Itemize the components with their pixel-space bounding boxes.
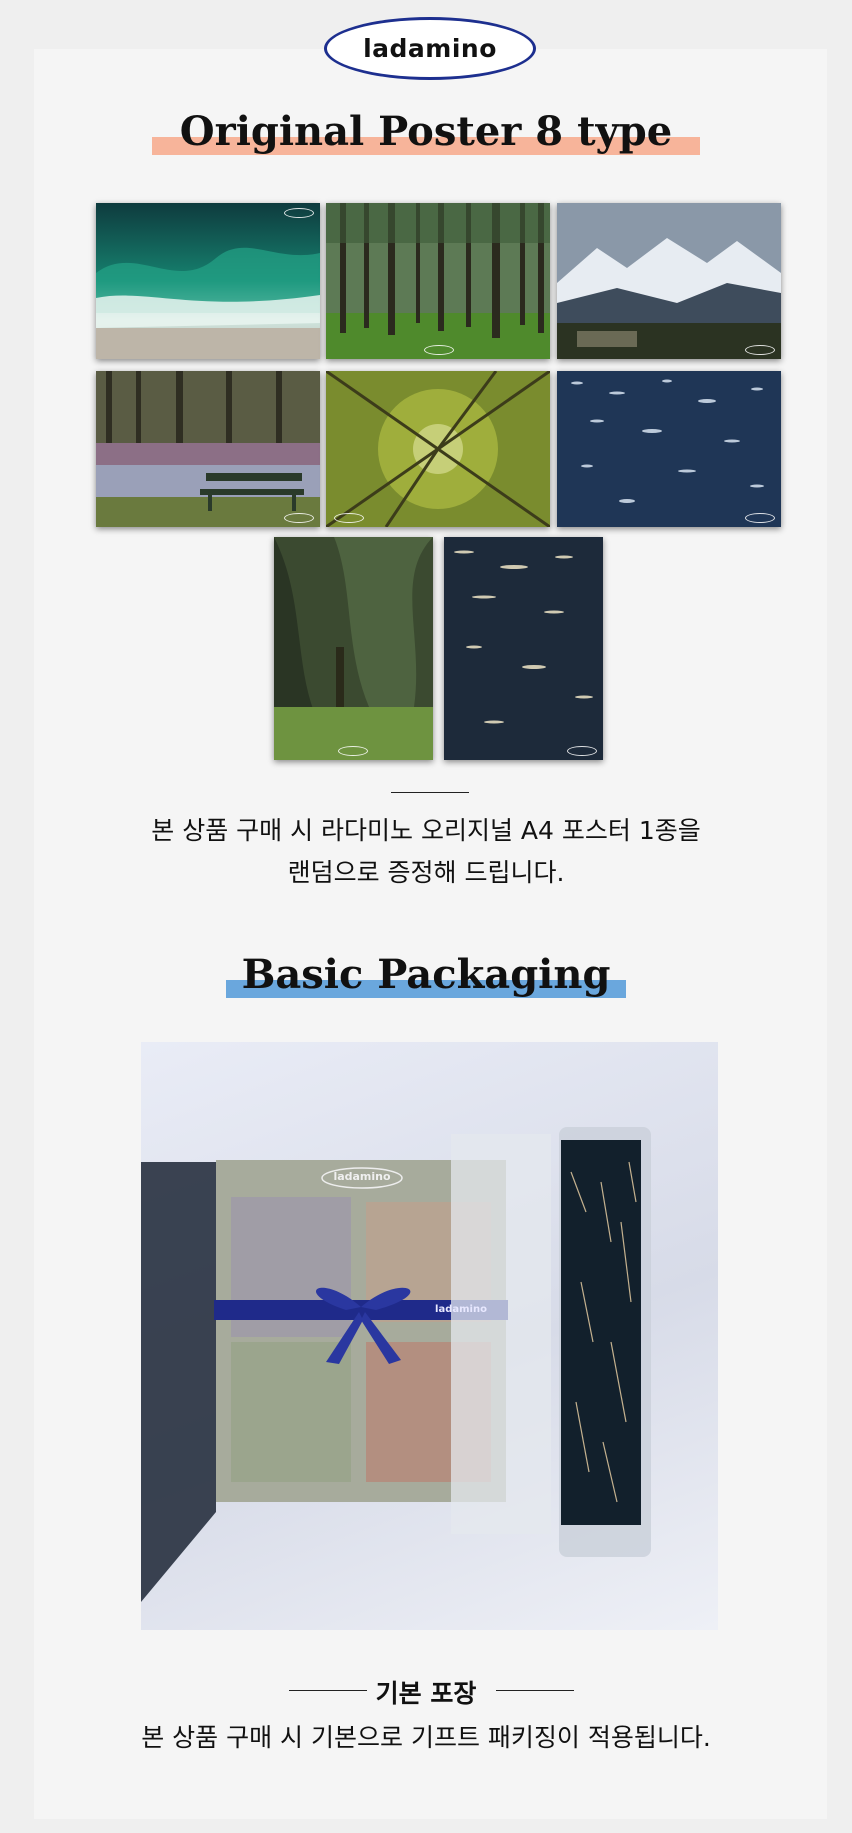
photo-watermark: [745, 513, 775, 523]
poster-section-heading: Original Poster 8 type: [0, 108, 852, 155]
brand-logo-text: ladamino: [363, 34, 497, 63]
photo-watermark: [284, 513, 314, 523]
section-divider: [391, 792, 469, 793]
poster-photo-park-bench: [96, 371, 320, 527]
poster-photo-sparkling-water: [557, 371, 781, 527]
packaging-section-title: Basic Packaging: [241, 951, 611, 998]
poster-photo-pine-forest: [326, 203, 550, 359]
brand-logo[interactable]: ladamino: [324, 17, 536, 80]
photo-watermark: [424, 345, 454, 355]
packaging-section-heading: Basic Packaging: [0, 951, 852, 998]
photo-watermark: [745, 345, 775, 355]
photo-watermark: [338, 746, 368, 756]
box-logo-text: ladamino: [333, 1170, 391, 1183]
poster-description-line2: 랜덤으로 증정해 드립니다.: [287, 858, 565, 887]
photo-watermark: [284, 208, 314, 218]
ribbon-logo-text: ladamino: [435, 1304, 487, 1315]
poster-photo-ocean-wave: [96, 203, 320, 359]
packaging-photo: ladamino ladamino: [141, 1042, 718, 1630]
poster-photo-willow-trees: [274, 537, 433, 760]
poster-description-line1: 본 상품 구매 시 라다미노 오리지널 A4 포스터 1종을: [151, 816, 701, 845]
photo-watermark: [334, 513, 364, 523]
packaging-caption-text: 본 상품 구매 시 기본으로 기프트 패키징이 적용됩니다.: [141, 1723, 711, 1752]
packaging-caption-title: 기본 포장: [375, 1679, 477, 1708]
poster-photo-glittering-water: [444, 537, 603, 760]
poster-photo-tree-canopy: [326, 371, 550, 527]
poster-description: 본 상품 구매 시 라다미노 오리지널 A4 포스터 1종을 랜덤으로 증정해 …: [0, 810, 852, 894]
photo-watermark: [567, 746, 597, 756]
poster-section-title: Original Poster 8 type: [179, 108, 673, 155]
poster-photo-snowy-mountains: [557, 203, 781, 359]
